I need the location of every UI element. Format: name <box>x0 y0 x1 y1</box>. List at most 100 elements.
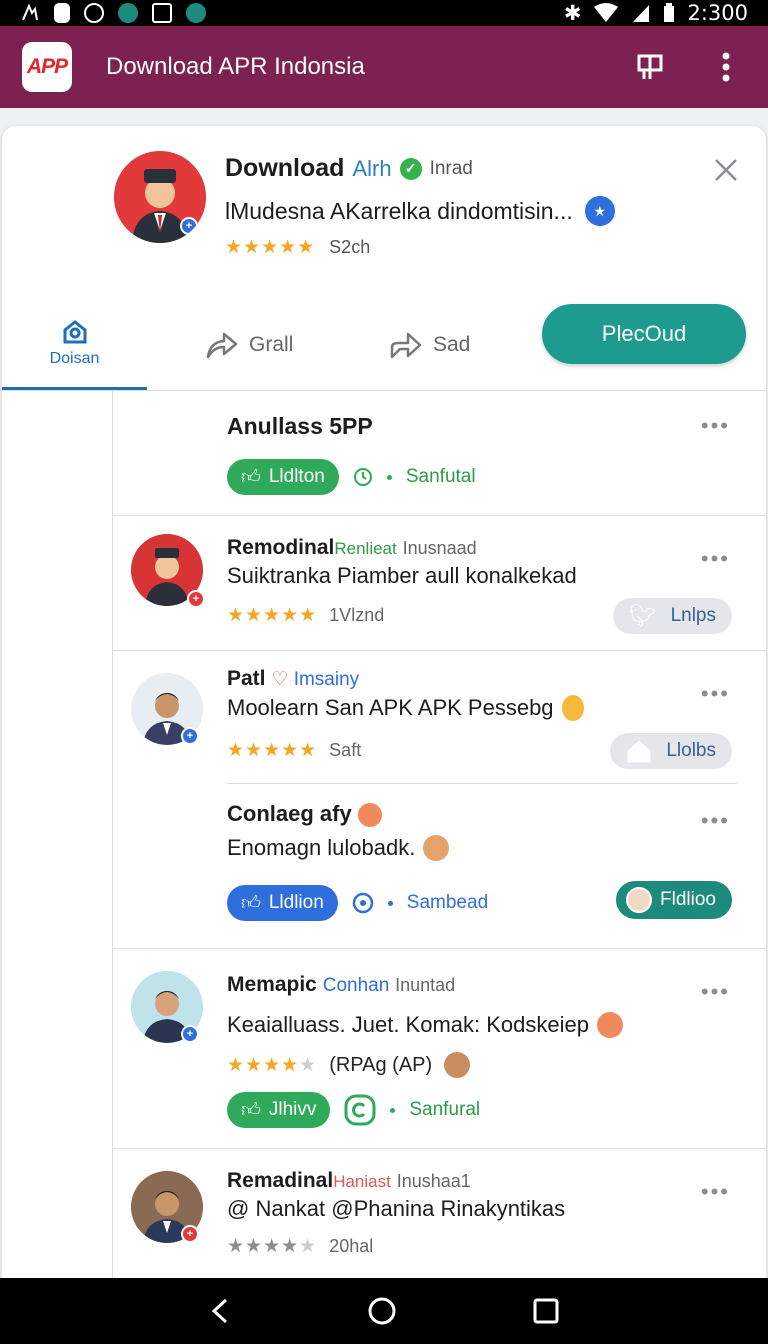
separator-dot <box>387 900 393 906</box>
divider <box>227 783 737 784</box>
home-pill[interactable]: Llolbs <box>610 733 732 769</box>
rating-stars: ★★★★★ <box>227 1236 318 1257</box>
wifi-icon <box>594 3 619 22</box>
author-name: Patl <box>227 667 266 690</box>
avatar-badge-icon: + <box>187 590 205 608</box>
system-nav-bar <box>0 1278 768 1344</box>
bluetooth-icon: ✱ <box>563 1 582 25</box>
app-subtitle-text: lMudesna AKarrelka dindomtisin... <box>225 197 573 224</box>
post-text: Keaialluass. Juet. Komak: Kodskeiep <box>227 1012 623 1038</box>
more-options-icon[interactable]: ••• <box>701 1179 730 1205</box>
app-name-accent: Alrh <box>352 155 392 181</box>
money-notification-icon <box>186 3 206 23</box>
rating-stars: ★★★★★ <box>227 740 318 761</box>
tab-sad-label: Sad <box>433 333 471 356</box>
home-outline-icon <box>627 740 651 763</box>
rating-text: (RPAg (AP) <box>329 1053 433 1076</box>
more-options-icon[interactable]: ••• <box>701 808 730 834</box>
developer-avatar[interactable]: + <box>114 151 206 243</box>
avatar-badge-icon: + <box>181 1025 199 1043</box>
reply-pill[interactable]: 🐦︎ Lnlps <box>612 598 732 634</box>
rating-stars: ★★★★★ <box>227 605 318 626</box>
status-bar: ✱ 2:300 <box>0 0 768 26</box>
list-item[interactable]: + Patl ♡ Imsainy ••• Moolearn San APK AP… <box>113 651 766 949</box>
app-name-muted: Inrad <box>429 157 473 179</box>
author-handle: Inuntad <box>395 975 456 995</box>
post-actions: 👍︎ Lldlton Sanfutal <box>227 459 476 495</box>
angry-emoji-icon <box>596 1012 623 1038</box>
wave-emoji-icon <box>561 695 584 721</box>
close-icon[interactable] <box>712 156 740 184</box>
post-author: RemodinalRenlieat Inusnaad <box>227 536 477 560</box>
post-rating: ★★★★★ 20hal <box>227 1235 373 1258</box>
profile-thumbnail <box>626 887 653 913</box>
tab-home-label: Doisan <box>49 350 100 367</box>
back-icon[interactable] <box>208 1297 232 1325</box>
share-icon <box>206 332 238 359</box>
post-text-content: Moolearn San APK APK Pessebg <box>227 695 554 720</box>
post-title: Anullass 5PP <box>227 413 373 439</box>
post-author: Patl ♡ Imsainy <box>227 667 359 691</box>
avatar-badge-icon: + <box>181 1225 199 1243</box>
separator-dot <box>390 1107 396 1113</box>
author-name: Remodinal <box>227 536 335 559</box>
primary-download-button[interactable]: PlecOud <box>542 304 746 364</box>
home-icon[interactable] <box>367 1296 397 1326</box>
list-item[interactable]: Anullass 5PP ••• 👍︎ Lldlton Sanfutal <box>113 391 766 516</box>
post-text: @ Nankat @Phanina Rinakyntikas <box>227 1196 566 1221</box>
thumbs-up-icon: 👍︎ <box>241 466 261 488</box>
home-tab-icon <box>63 320 86 344</box>
post-author: Memapic Conhan Inuntad <box>227 973 455 997</box>
like-chip[interactable]: 👍︎ Lldlton <box>227 459 339 495</box>
thumbs-up-icon: 👍︎ <box>241 1099 261 1121</box>
post-text-content: Keaialluass. Juet. Komak: Kodskeiep <box>227 1012 589 1037</box>
like-chip-label: Jlhivv <box>268 1099 317 1120</box>
list-item[interactable]: + Memapic Conhan Inuntad ••• Keaialluass… <box>113 949 766 1149</box>
list-item[interactable]: + RemadinalHaniast Inushaa1 ••• @ Nankat… <box>113 1149 766 1286</box>
bookmark-icon[interactable] <box>630 47 670 87</box>
post-meta-label: Sambead <box>406 892 489 913</box>
author-tag: Conhan <box>322 975 390 996</box>
post-rating: ★★★★★ 1Vlznd <box>227 604 384 627</box>
notification-icons <box>20 3 206 23</box>
author-tag: ♡ Imsainy <box>271 669 359 690</box>
more-options-icon[interactable]: ••• <box>701 979 730 1005</box>
tab-home[interactable]: Doisan <box>2 301 147 390</box>
more-options-icon[interactable]: ••• <box>701 413 730 439</box>
rating-text: 1Vlznd <box>329 605 385 625</box>
more-options-icon[interactable]: ••• <box>701 546 730 572</box>
rating-text: Saft <box>329 740 362 760</box>
author-name: Memapic <box>227 973 317 996</box>
battery-icon <box>664 3 675 22</box>
post-meta-label: Sanfutal <box>405 466 476 487</box>
app-title: Download APR Indonsia <box>106 53 365 80</box>
face-emoji-icon <box>423 835 450 861</box>
app-name-main: Download <box>225 154 345 182</box>
app-logo[interactable]: APP <box>22 42 72 92</box>
heart-icon: ♡ <box>271 669 289 690</box>
like-chip[interactable]: 👍︎ Jlhivv <box>227 1092 331 1128</box>
post-author: Conlaeg afy <box>227 801 382 828</box>
author-name: Conlaeg afy <box>227 801 352 826</box>
tab-grall[interactable]: Grall <box>205 319 293 371</box>
globe-icon <box>352 892 374 914</box>
list-item[interactable]: + RemodinalRenlieat Inusnaad ••• Suiktra… <box>113 516 766 651</box>
verified-badge-icon: + <box>180 217 198 235</box>
more-options-icon[interactable]: ••• <box>701 681 730 707</box>
profile-pill[interactable]: Fldlioo <box>616 881 732 919</box>
home-pill-label: Llolbs <box>666 740 716 761</box>
separator-dot <box>386 474 392 480</box>
author-handle: Inusnaad <box>402 538 477 558</box>
clock-icon <box>353 468 372 486</box>
author-tag: Haniast <box>333 1172 391 1191</box>
image-notification-icon <box>152 3 172 23</box>
like-chip[interactable]: 👍︎ Lldlion <box>227 885 338 921</box>
tab-grall-label: Grall <box>249 333 294 356</box>
tab-sad[interactable]: Sad <box>389 319 470 371</box>
bird-icon: 🐦︎ <box>628 603 657 628</box>
recents-icon[interactable] <box>532 1297 560 1325</box>
rating-stars: ★★★★★ <box>227 1054 318 1076</box>
overflow-menu-icon[interactable] <box>706 47 746 87</box>
post-text: Suiktranka Piamber aull konalkekad <box>227 563 577 588</box>
profile-pill-label: Fldlioo <box>660 889 716 910</box>
